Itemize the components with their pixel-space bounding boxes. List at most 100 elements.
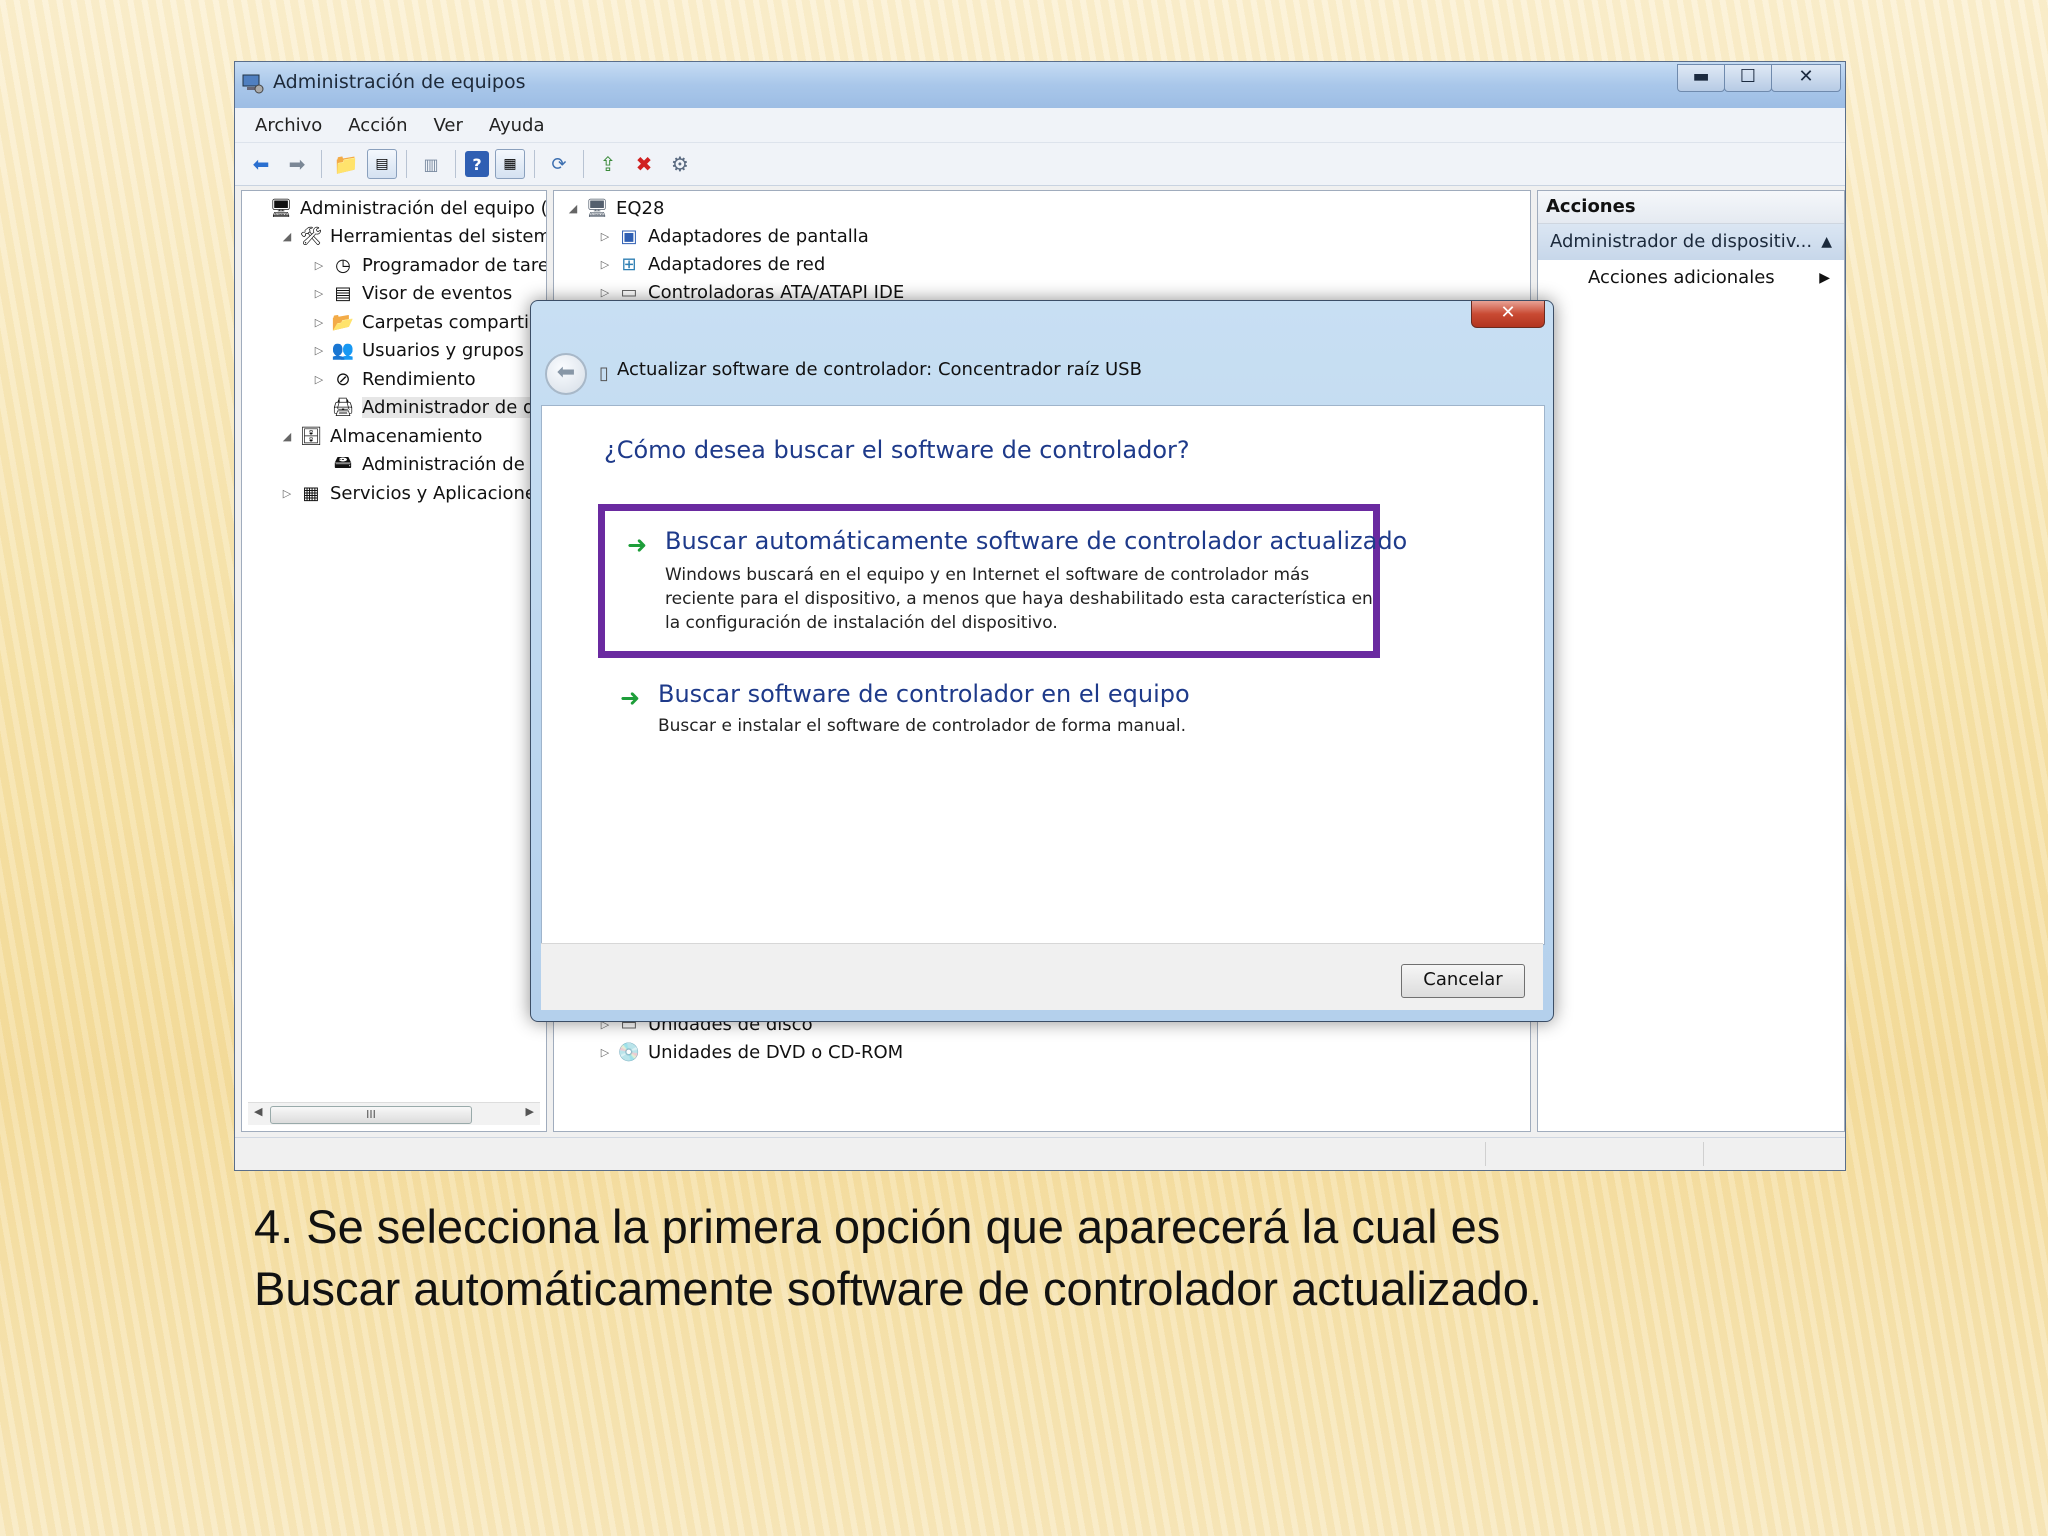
menu-archivo[interactable]: Archivo	[255, 115, 322, 136]
show-hide-console-tree-icon[interactable]: ▤	[367, 149, 397, 179]
tree-item-label: Carpetas compartidas	[362, 311, 547, 333]
submenu-arrow-icon: ▶	[1819, 270, 1830, 286]
tree-expander-icon[interactable]: ▷	[312, 373, 326, 386]
expand-arrow-icon[interactable]: ▷	[598, 258, 612, 271]
option-description: Windows buscará en el equipo y en Intern…	[665, 565, 1373, 633]
tree-item[interactable]: ▷ ⊘ Rendimiento	[312, 366, 476, 392]
shared-folder-icon: 📂	[331, 311, 355, 333]
properties-icon[interactable]: ▥	[416, 149, 446, 179]
actions-section-device-manager[interactable]: Administrador de dispositiv... ▲	[1538, 224, 1844, 260]
tree-item-label: Almacenamiento	[330, 425, 483, 447]
device-category-network-adapters[interactable]: ▷ ⊞ Adaptadores de red	[598, 251, 826, 277]
tree-expander-icon[interactable]: ▷	[280, 487, 294, 500]
tree-expander-icon[interactable]: ▷	[312, 287, 326, 300]
device-category-display-adapters[interactable]: ▷ ▣ Adaptadores de pantalla	[598, 223, 869, 249]
tree-item-label: Rendimiento	[362, 368, 476, 390]
scroll-left-icon[interactable]: ◀	[254, 1105, 262, 1118]
dialog-close-button[interactable]: ✕	[1471, 301, 1545, 328]
tree-item[interactable]: ▷ ◷ Programador de tareas	[312, 252, 546, 278]
help-icon[interactable]: ?	[465, 151, 489, 177]
actions-header: Acciones	[1538, 191, 1844, 224]
tree-item[interactable]: ▷ ▦ Servicios y Aplicaciones	[280, 480, 546, 506]
tree-item-label: Visor de eventos	[362, 283, 513, 304]
up-folder-icon[interactable]: 📁	[331, 149, 361, 179]
collapse-triangle-icon[interactable]: ▲	[1821, 224, 1832, 260]
menu-bar: Archivo Acción Ver Ayuda	[235, 108, 1845, 143]
status-bar	[235, 1137, 1845, 1170]
scroll-thumb[interactable]: III	[270, 1106, 472, 1124]
show-hide-action-pane-icon[interactable]: ▦	[495, 149, 525, 179]
tree-item[interactable]: 🖴 Administración de dis	[312, 452, 547, 478]
menu-ayuda[interactable]: Ayuda	[489, 115, 545, 136]
tree-item[interactable]: 🖥 Administración del equipo (loc	[250, 195, 547, 221]
menu-accion[interactable]: Acción	[348, 115, 407, 136]
dialog-footer: Cancelar	[541, 943, 1543, 1010]
storage-icon: 🗄	[299, 425, 323, 447]
back-arrow-icon[interactable]: ⬅	[545, 353, 587, 395]
tree-item-label: Administración del equipo (loc	[300, 197, 547, 219]
toolbar-separator	[406, 150, 407, 178]
more-actions-item[interactable]: Acciones adicionales ▶	[1538, 260, 1844, 296]
tree-expander-icon[interactable]: ◢	[280, 430, 294, 443]
tree-item[interactable]: ▷ 📂 Carpetas compartidas	[312, 309, 547, 335]
expand-arrow-icon[interactable]: ▷	[598, 1046, 612, 1059]
tree-expander-icon[interactable]: ◢	[280, 230, 294, 243]
network-adapter-icon: ⊞	[621, 253, 637, 275]
device-category-label: Unidades de DVD o CD-ROM	[648, 1041, 904, 1063]
option-description: Buscar e instalar el software de control…	[658, 716, 1187, 736]
device-category-dvd-drives[interactable]: ▷ 💿 Unidades de DVD o CD-ROM	[598, 1039, 903, 1065]
maximize-button[interactable]: ☐	[1724, 64, 1772, 92]
tree-item-label: Herramientas del sistema	[330, 226, 547, 247]
option-search-automatically[interactable]: ➜ Buscar automáticamente software de con…	[598, 504, 1407, 658]
option-browse-computer[interactable]: ➜ Buscar software de controlador en el e…	[598, 680, 1380, 760]
uninstall-device-icon[interactable]: ✖	[629, 149, 659, 179]
device-category-label: Adaptadores de red	[648, 253, 826, 275]
toolbar: ⬅ ➡ 📁 ▤ ▥ ? ▦ ⟳ ⇪ ✖ ⚙	[235, 143, 1845, 186]
toolbar-separator	[455, 150, 456, 178]
scan-hardware-icon[interactable]: ⟳	[544, 149, 574, 179]
device-root-label: EQ28	[616, 197, 665, 219]
tree-item-label: Programador de tareas	[362, 254, 546, 276]
status-divider	[1485, 1142, 1486, 1166]
computer-icon: 🖥	[269, 197, 293, 219]
green-arrow-icon: ➜	[620, 684, 641, 712]
tree-item[interactable]: 🖨 Administrador de disp	[312, 395, 546, 421]
usb-device-icon: ▯	[599, 363, 609, 384]
forward-arrow-icon[interactable]: ➡	[282, 149, 312, 179]
update-driver-dialog: ✕ ⬅ ▯ Actualizar software de controlador…	[530, 300, 1554, 1022]
tree-item[interactable]: ◢ 🛠 Herramientas del sistema	[280, 224, 547, 250]
collapse-arrow-icon[interactable]: ◢	[566, 202, 580, 215]
tree-item-label: Administración de dis	[362, 454, 547, 475]
tree-item-label: Usuarios y grupos loc	[362, 340, 547, 361]
actions-section-label: Administrador de dispositiv...	[1550, 231, 1813, 252]
tree-item[interactable]: ◢ 🗄 Almacenamiento	[280, 423, 483, 449]
option-title: Buscar software de controlador en el equ…	[658, 680, 1190, 708]
horizontal-scrollbar[interactable]: ◀ III ▶	[248, 1102, 540, 1125]
actions-pane: Acciones Administrador de dispositiv... …	[1537, 190, 1845, 1132]
cancel-button[interactable]: Cancelar	[1401, 964, 1525, 998]
enable-device-icon[interactable]: ⚙	[665, 149, 695, 179]
expand-arrow-icon[interactable]: ▷	[598, 286, 612, 299]
scroll-right-icon[interactable]: ▶	[526, 1105, 534, 1118]
dvd-drive-icon: 💿	[617, 1041, 641, 1063]
tree-item[interactable]: ▷ 👥 Usuarios y grupos loc	[312, 338, 547, 364]
update-driver-icon[interactable]: ⇪	[593, 149, 623, 179]
tree-item-label: Administrador de disp	[362, 397, 546, 418]
services-icon: ▦	[302, 482, 320, 504]
expand-arrow-icon[interactable]: ▷	[598, 230, 612, 243]
tree-expander-icon[interactable]: ▷	[312, 316, 326, 329]
close-window-button[interactable]: ✕	[1771, 64, 1841, 92]
device-root-eq28[interactable]: ◢ 🖥 EQ28	[566, 195, 665, 221]
minimize-button[interactable]: ▬	[1677, 64, 1725, 92]
menu-ver[interactable]: Ver	[434, 115, 463, 136]
event-viewer-icon: ▤	[334, 283, 352, 304]
tree-expander-icon[interactable]: ▷	[312, 259, 326, 272]
computer-management-icon	[242, 74, 264, 94]
back-arrow-icon[interactable]: ⬅	[246, 149, 276, 179]
tree-expander-icon[interactable]: ▷	[312, 344, 326, 357]
green-arrow-icon: ➜	[627, 531, 648, 559]
title-bar[interactable]: Administración de equipos ▬ ☐ ✕	[235, 62, 1845, 109]
tree-item[interactable]: ▷ ▤ Visor de eventos	[312, 281, 513, 307]
toolbar-separator	[321, 150, 322, 178]
more-actions-label: Acciones adicionales	[1588, 267, 1775, 288]
